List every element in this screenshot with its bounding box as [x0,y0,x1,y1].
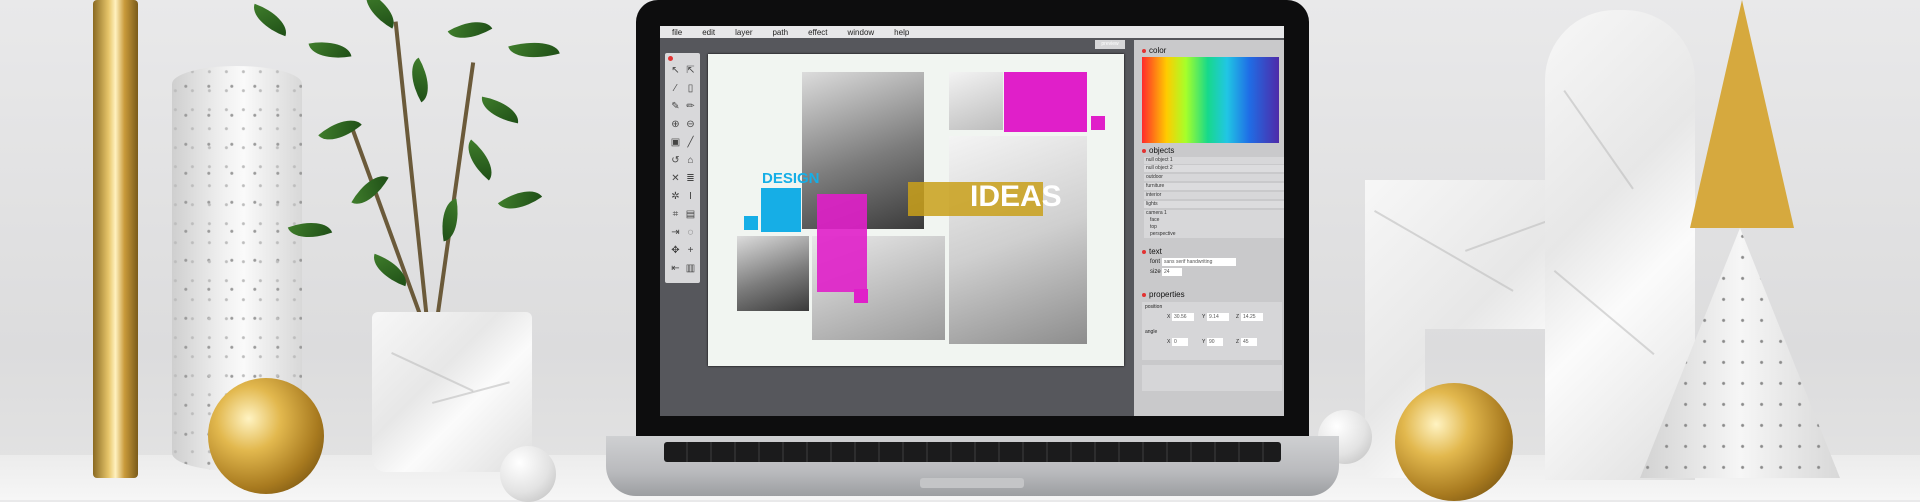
object-item[interactable]: lights [1144,201,1284,208]
page-icon[interactable]: ▯ [684,82,697,95]
tool-palette: ↖ ⇱ ⁄ ▯ ✎ ✏ ⊕ ⊖ ▣ ╱ ↺ ⌂ ✕ ≣ ✲ I ⌗ ▤ ⇥ ◌ … [665,53,700,283]
object-item[interactable]: null object 2 [1144,165,1284,172]
object-item[interactable]: camera 1 [1144,210,1284,217]
brush-icon[interactable]: ⁄ [669,82,682,95]
size-label: size [1150,269,1161,275]
angle-y-field[interactable]: 90 [1207,338,1223,346]
plant-decor [247,0,610,321]
object-item[interactable]: top [1144,224,1284,231]
size-field[interactable]: 24 [1162,268,1182,276]
text-header: text [1142,247,1162,256]
gold-sphere-right-decor [1395,383,1513,501]
save-icon[interactable]: ▤ [684,208,697,221]
objects-header: objects [1142,146,1174,155]
object-item[interactable]: perspective [1144,231,1284,238]
rotate-icon[interactable]: ↺ [669,154,682,167]
export-icon[interactable]: ⇥ [669,226,682,239]
position-y-field[interactable]: 9.14 [1207,313,1229,321]
menu-layer[interactable]: layer [723,26,760,38]
angle-x-field[interactable]: 0 [1172,338,1188,346]
menu-help[interactable]: help [882,26,917,38]
menu-path[interactable]: path [760,26,796,38]
app-screen: file edit layer path effect window help … [660,26,1284,416]
position-z-field[interactable]: 14.25 [1241,313,1263,321]
laptop-trackpad [920,478,1024,488]
position-x-field[interactable]: 30.56 [1172,313,1194,321]
artboard[interactable]: DESIGN IDEAS [708,54,1124,366]
line-icon[interactable]: ╱ [684,136,697,149]
color-header: color [1142,46,1166,55]
add-icon[interactable]: + [684,244,697,257]
font-field[interactable]: sans serif handwriting [1162,258,1236,266]
menu-edit[interactable]: edit [690,26,723,38]
ideas-heading[interactable]: IDEAS [970,180,1062,214]
photo-attic-room [949,136,1087,344]
move-icon[interactable]: ✥ [669,244,682,257]
color-spectrum-picker[interactable] [1142,57,1279,143]
gold-rod-decor [93,0,138,478]
object-item[interactable]: null object 1 [1144,157,1284,164]
home-icon[interactable]: ⌂ [684,154,697,167]
cyan-block [761,188,801,232]
magenta-square-low [854,289,868,303]
preview-button[interactable]: preview [1095,40,1125,49]
properties-empty-area [1142,365,1282,391]
text-icon[interactable]: I [684,190,697,203]
object-item[interactable]: interior [1144,192,1284,199]
font-label: font [1150,259,1161,265]
magenta-block-mid [817,194,867,292]
arrow-icon[interactable]: ↖ [669,64,682,77]
position-y-label: Y [1202,314,1206,320]
photo-flowers [949,72,1003,130]
magenta-block-top [1004,72,1087,132]
close-dot-icon[interactable] [668,56,673,61]
object-item[interactable]: outdoor [1144,174,1284,181]
menu-effect[interactable]: effect [796,26,835,38]
stack-icon[interactable]: ≣ [684,172,697,185]
menu-file[interactable]: file [660,26,690,38]
cut-icon[interactable]: ✕ [669,172,682,185]
crop-icon[interactable]: ⌗ [669,208,682,221]
cyan-square-small [744,216,758,230]
menu-window[interactable]: window [835,26,882,38]
gear-icon[interactable]: ✲ [669,190,682,203]
laptop-keyboard [664,442,1281,462]
angle-x-label: X [1167,339,1171,345]
angle-label: angle [1145,329,1158,335]
pencil-icon[interactable]: ✏ [684,100,697,113]
trash-icon[interactable]: ▥ [684,262,697,275]
position-x-label: X [1167,314,1171,320]
angle-z-label: Z [1236,339,1240,345]
zoom-in-icon[interactable]: ⊕ [669,118,682,131]
pen-icon[interactable]: ✎ [669,100,682,113]
direct-select-icon[interactable]: ⇱ [684,64,697,77]
position-z-label: Z [1236,314,1240,320]
magenta-square-small [1091,116,1105,130]
design-heading[interactable]: DESIGN [762,170,820,187]
lock-icon[interactable]: ▣ [669,136,682,149]
properties-panel: color objects null object 1 null object … [1134,40,1284,416]
angle-y-label: Y [1202,339,1206,345]
sync-icon[interactable]: ◌ [684,226,697,239]
white-sphere-decor [500,446,556,502]
marble-pot-decor [372,312,532,472]
zoom-out-icon[interactable]: ⊖ [684,118,697,131]
gold-cone-decor [1690,0,1794,228]
object-item[interactable]: face [1144,217,1284,224]
menu-bar: file edit layer path effect window help [660,26,1284,38]
angle-z-field[interactable]: 45 [1241,338,1257,346]
exit-icon[interactable]: ⇤ [669,262,682,275]
object-item[interactable]: furniture [1144,183,1284,190]
properties-box [1142,302,1282,360]
gold-sphere-decor [208,378,324,494]
properties-header: properties [1142,290,1185,299]
position-label: position [1145,304,1163,310]
photo-branches [737,236,809,311]
